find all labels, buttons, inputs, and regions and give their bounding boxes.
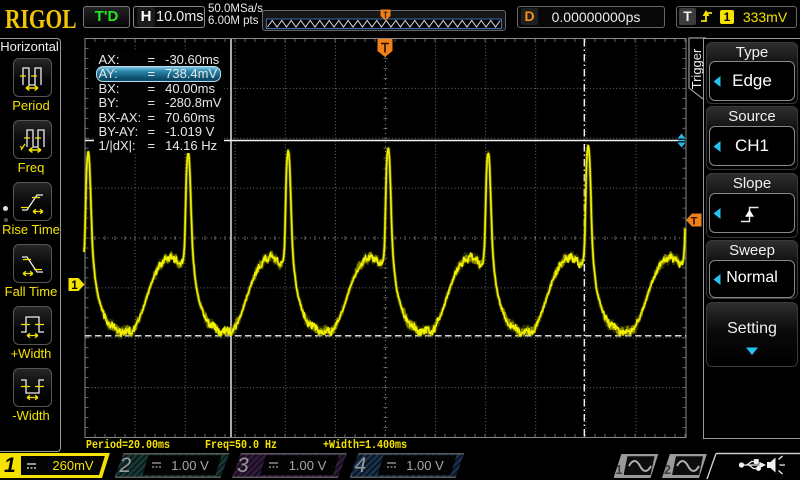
svg-text:1: 1 (71, 280, 78, 292)
svg-text:T: T (691, 216, 698, 228)
